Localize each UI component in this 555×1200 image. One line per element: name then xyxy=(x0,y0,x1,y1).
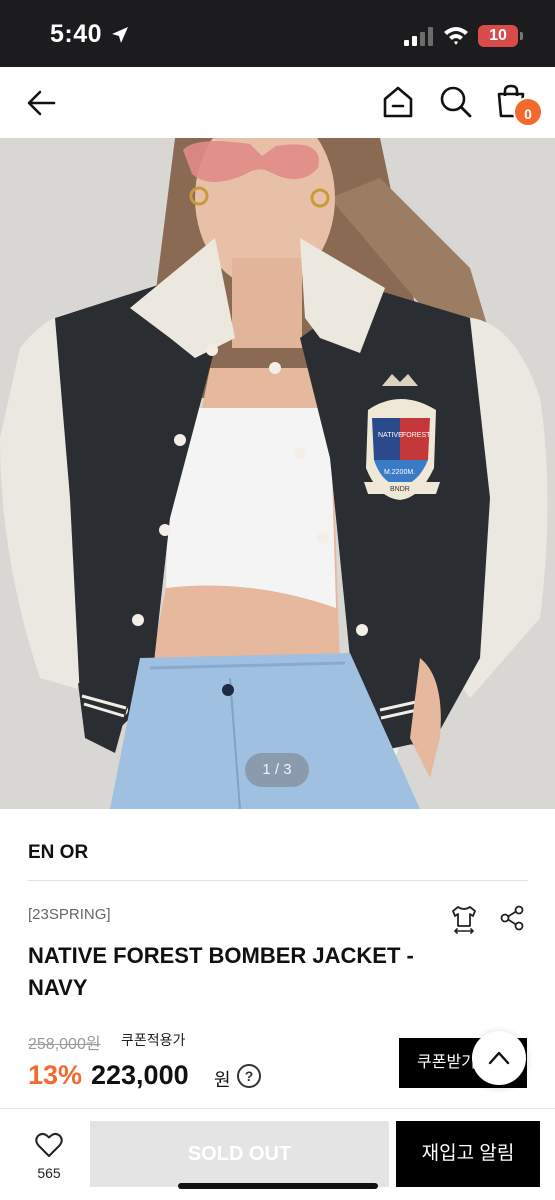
cellular-signal-icon xyxy=(404,27,433,46)
divider xyxy=(28,880,528,881)
discount-rate: 13% xyxy=(28,1060,83,1090)
back-arrow-icon[interactable] xyxy=(24,85,60,121)
location-arrow-icon xyxy=(112,27,128,43)
home-icon[interactable] xyxy=(381,84,415,120)
like-count: 565 xyxy=(37,1165,61,1181)
scroll-to-top-button[interactable] xyxy=(472,1031,526,1085)
top-navigation: 0 xyxy=(0,67,555,138)
original-price: 258,000원 xyxy=(28,1036,101,1053)
season-tag: [23SPRING] xyxy=(28,906,111,923)
image-counter: 1 / 3 xyxy=(245,753,309,787)
currency-label: 원 xyxy=(214,1070,231,1090)
brand-name[interactable]: EN OR xyxy=(28,842,88,864)
restock-alert-button[interactable]: 재입고 알림 xyxy=(396,1121,540,1187)
chevron-up-icon xyxy=(488,1051,510,1065)
product-image-gallery[interactable]: NATIVE FOREST M.2200M. BNDR 1 / 3 xyxy=(0,138,555,809)
status-time: 5:40 xyxy=(50,20,103,48)
battery-indicator: 10 xyxy=(478,25,523,47)
heart-icon[interactable] xyxy=(35,1132,63,1158)
share-icon[interactable] xyxy=(498,904,526,932)
wifi-icon xyxy=(444,27,468,45)
search-icon[interactable] xyxy=(438,84,474,120)
home-indicator xyxy=(178,1183,378,1189)
cart-count-badge[interactable]: 0 xyxy=(513,97,543,127)
size-guide-icon[interactable] xyxy=(449,904,479,934)
sale-price: 223,000 xyxy=(91,1060,189,1090)
product-title: NATIVE FOREST BOMBER JACKET - NAVY xyxy=(28,943,414,1000)
sold-out-button[interactable]: SOLD OUT xyxy=(90,1121,389,1187)
coupon-price-label: 쿠폰적용가 xyxy=(121,1032,186,1048)
product-photo xyxy=(0,138,555,809)
price-help-icon[interactable]: ? xyxy=(237,1064,261,1088)
status-bar: 5:40 10 xyxy=(0,0,555,67)
